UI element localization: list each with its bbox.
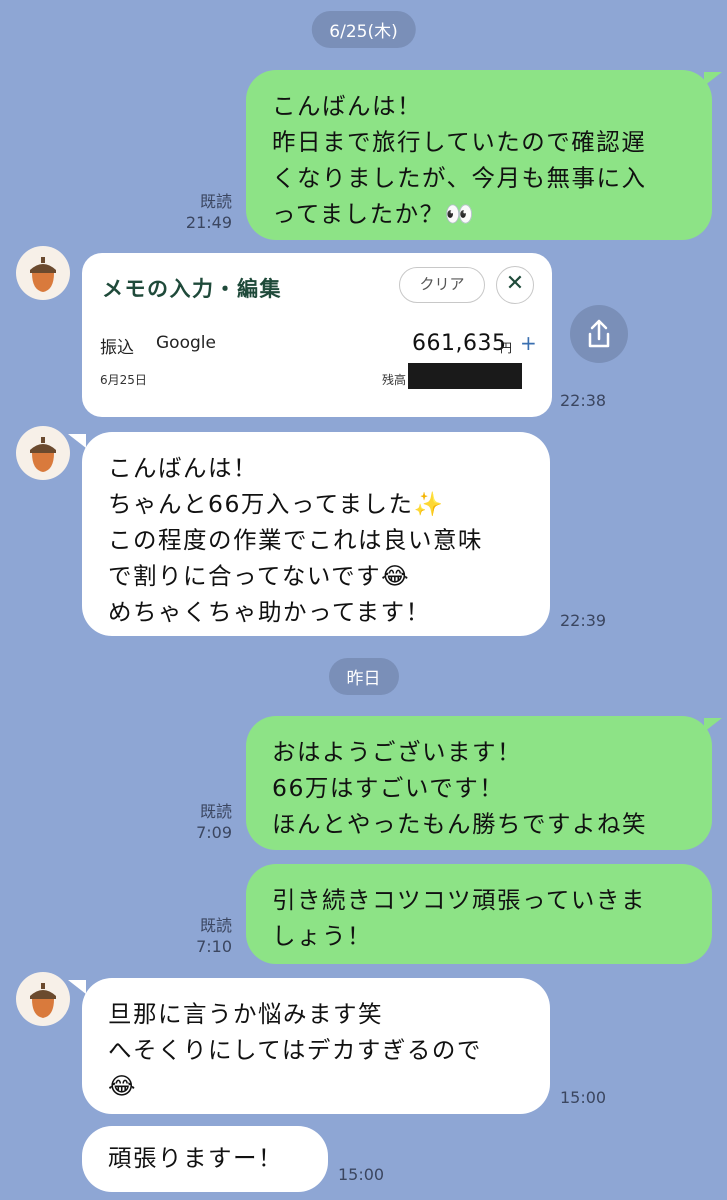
- transaction-amount: 661,635: [412, 331, 507, 356]
- read-label: 既読: [199, 802, 232, 821]
- message-time: 15:00: [338, 1165, 385, 1184]
- bubble-tail: [68, 434, 86, 448]
- message-bubble-sent[interactable]: おはようございます！ 66万はすごいです！ ほんとやったもん勝ちですよね笑: [246, 716, 712, 850]
- date-separator: 6/25(木): [311, 11, 416, 48]
- memo-edit-card[interactable]: メモの入力・編集 クリア ✕ 振込 Google 661,635 円 + 6月2…: [82, 253, 552, 417]
- share-icon[interactable]: [570, 305, 628, 363]
- message-time: 22:38: [560, 391, 607, 410]
- message-time: 21:49: [185, 213, 232, 232]
- acorn-icon[interactable]: [16, 426, 70, 480]
- message-bubble-sent[interactable]: こんばんは！ 昨日まで旅行していたので確認遅 くなりましたが、今月も無事に入 っ…: [246, 70, 712, 240]
- message-bubble-sent[interactable]: 引き続きコツコツ頑張っていきま しょう！: [246, 864, 712, 964]
- message-bubble-received[interactable]: 旦那に言うか悩みます笑 へそくりにしてはデカすぎるので 😂: [82, 978, 550, 1114]
- message-time: 22:39: [560, 611, 607, 630]
- transaction-date: 6月25日: [100, 373, 147, 387]
- message-bubble-received[interactable]: 頑張りますー！: [82, 1126, 328, 1192]
- bubble-tail: [704, 72, 722, 86]
- transaction-type: 振込: [100, 338, 134, 358]
- acorn-icon[interactable]: [16, 972, 70, 1026]
- close-icon[interactable]: ✕: [496, 266, 534, 304]
- bubble-tail: [704, 718, 722, 732]
- message-time: 15:00: [560, 1088, 607, 1107]
- plus-icon: +: [520, 331, 537, 355]
- acorn-icon[interactable]: [16, 246, 70, 300]
- date-separator: 昨日: [328, 658, 399, 695]
- read-label: 既読: [199, 916, 232, 935]
- bubble-tail: [68, 980, 86, 994]
- currency-label: 円: [500, 341, 513, 355]
- balance-redacted: [408, 363, 522, 389]
- balance-label: 残高: [382, 373, 407, 387]
- card-title: メモの入力・編集: [102, 277, 282, 301]
- message-bubble-received[interactable]: こんばんは！ ちゃんと66万入ってました✨ この程度の作業でこれは良い意味 で割…: [82, 432, 550, 636]
- read-label: 既読: [199, 192, 232, 211]
- transaction-payee: Google: [156, 333, 216, 353]
- message-time: 7:09: [196, 823, 232, 842]
- clear-button[interactable]: クリア: [399, 267, 485, 303]
- read-receipt: 既読 7:10: [168, 915, 232, 957]
- message-time: 7:10: [196, 937, 232, 956]
- read-receipt: 既読 21:49: [168, 191, 232, 233]
- read-receipt: 既読 7:09: [168, 801, 232, 843]
